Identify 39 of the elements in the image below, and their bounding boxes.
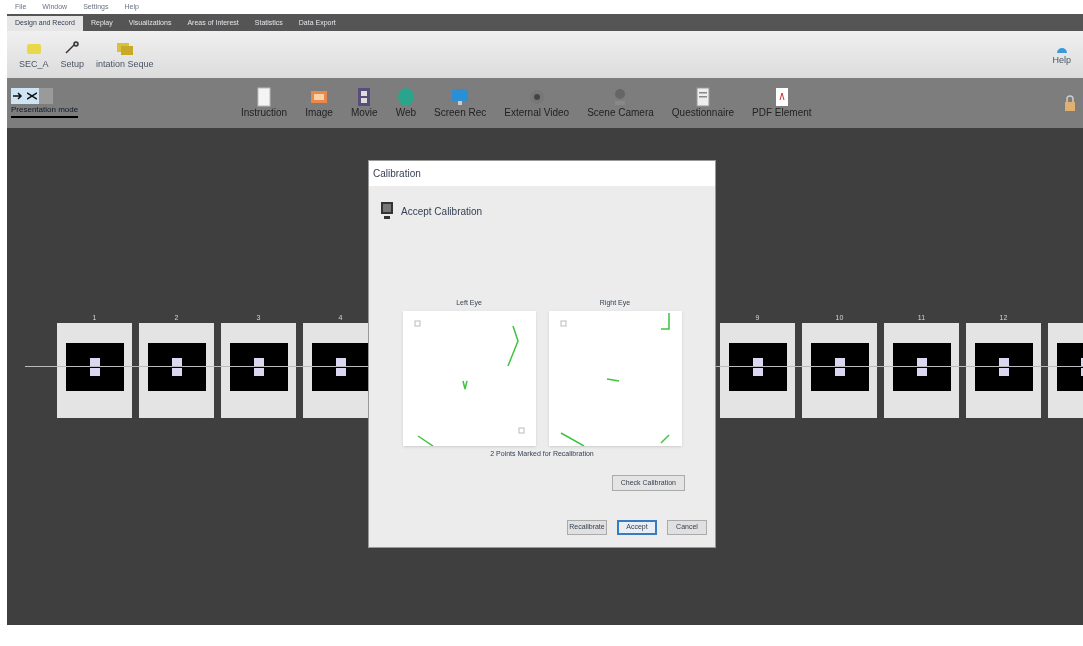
mode-button[interactable] [11,88,25,104]
element-button[interactable]: Web [395,86,416,120]
ribbon-button[interactable]: SEC_A [19,38,49,71]
element-button[interactable]: External Video [504,86,570,120]
stimulus-card[interactable] [57,323,132,418]
movie-thumbnail [229,343,288,391]
ribbon-button[interactable]: Setup [60,38,85,71]
monitor-icon [381,202,393,220]
element-button[interactable]: Questionnaire [671,86,735,120]
element-button[interactable]: Instruction [241,86,288,120]
movie-thumbnail [65,343,124,391]
element-button[interactable]: Scene Camera [587,86,654,120]
element-button[interactable]: Image [305,86,333,120]
movie-thumbnail [311,343,370,391]
stimulus-card[interactable] [720,323,795,418]
ribbon-button[interactable]: intation Seque [96,38,154,71]
element-button[interactable]: PDF Element [752,86,812,120]
movie-thumbnail [892,343,951,391]
stimulus-card[interactable] [802,323,877,418]
dialog-heading: Accept Calibration [401,204,483,219]
mode-label: Presentation mode [11,104,79,118]
stimulus-card[interactable] [884,323,959,418]
element-button[interactable]: Movie [350,86,378,120]
dialog-title: Calibration [373,167,421,181]
stimulus-card[interactable] [966,323,1041,418]
stimulus-card[interactable] [139,323,214,418]
web-icon [395,86,416,107]
shuffle-icon [27,92,37,100]
stimulus-card[interactable] [221,323,296,418]
movie-thumbnail [974,343,1033,391]
element-button[interactable]: Screen Rec [434,86,487,120]
movie-thumbnail [147,343,206,391]
movie-thumbnail [728,343,787,391]
mode-button[interactable] [25,88,39,104]
movie-thumbnail [810,343,869,391]
screen-icon [450,86,471,107]
arrow-icon [13,92,23,100]
help-button[interactable]: Help [1052,42,1071,67]
lock-icon [1065,95,1075,111]
